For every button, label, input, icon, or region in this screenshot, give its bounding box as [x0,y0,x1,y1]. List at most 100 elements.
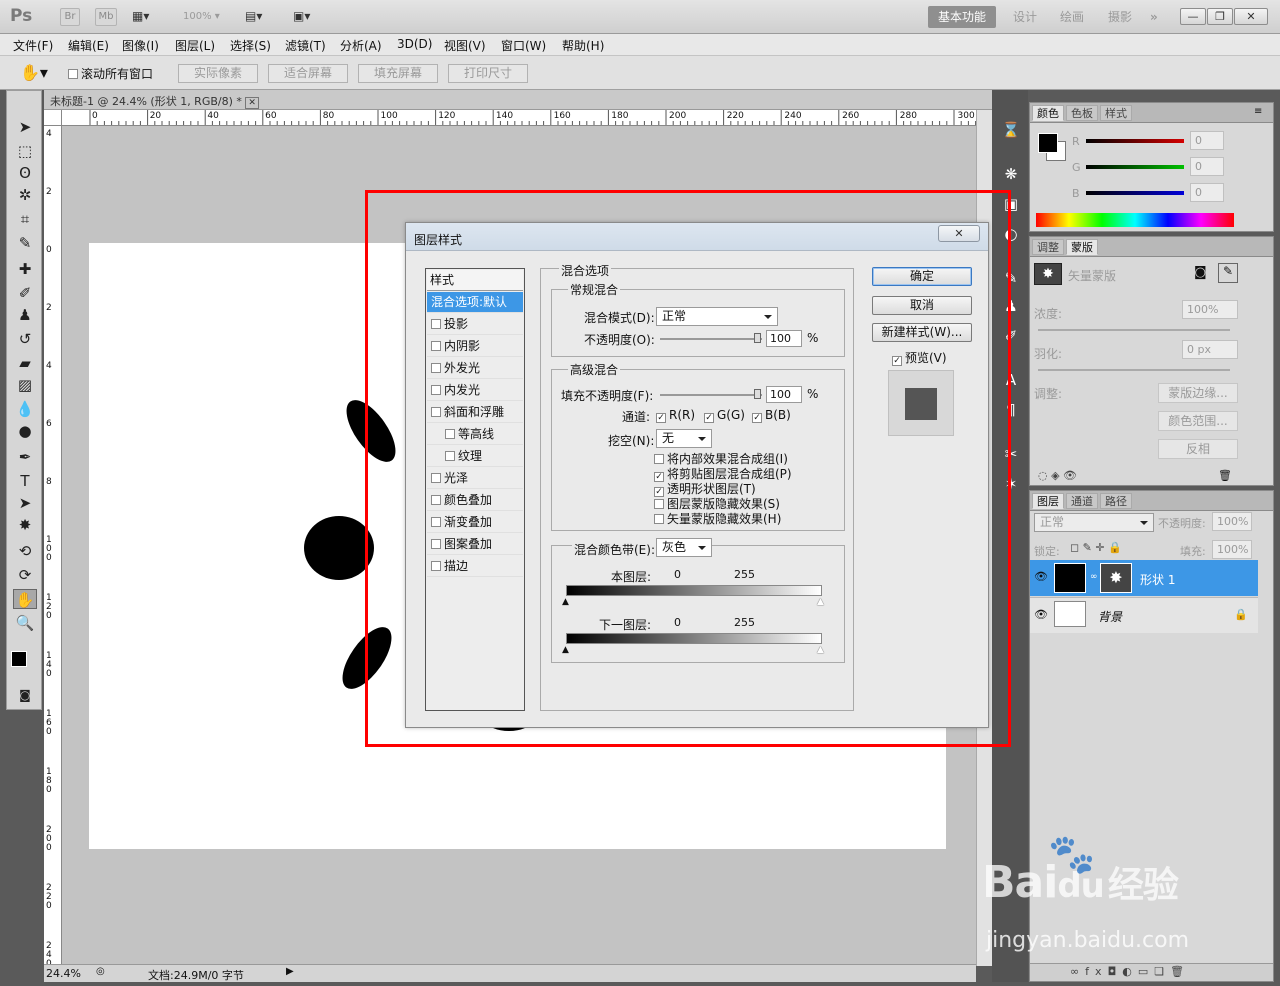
foreground-swatch[interactable] [1038,133,1058,153]
tab-masks[interactable]: 蒙版 [1066,239,1098,255]
zoom-level-dropdown[interactable]: 100% ▾ [183,11,220,22]
add-vector-mask-icon[interactable]: ✎ [1218,263,1238,283]
density-slider[interactable] [1038,329,1230,331]
tab-swatches[interactable]: 色板 [1066,105,1098,121]
layers-footer-icons[interactable]: ∞fx◘◐▭❏🗑 [1070,965,1190,978]
minimize-button[interactable]: — [1180,8,1206,25]
actual-pixels-button[interactable]: 实际像素 [178,64,258,83]
menu-window[interactable]: 窗口(W) [501,37,546,54]
feather-input[interactable]: 0 px [1182,340,1238,359]
tab-styles[interactable]: 样式 [1100,105,1132,121]
fill-input[interactable]: 100% [1212,540,1252,559]
layer-name[interactable]: 背景 [1098,608,1122,625]
status-icon[interactable]: ◎ [96,966,105,977]
color-range-button[interactable]: 颜色范围... [1158,411,1238,431]
workspace-painting[interactable]: 绘画 [1060,6,1084,28]
menu-view[interactable]: 视图(V) [444,37,486,54]
r-slider[interactable] [1086,139,1184,143]
move-tool-icon[interactable]: ➤ [13,117,37,137]
document-tab[interactable]: 未标题-1 @ 24.4% (形状 1, RGB/8) * ✕ [50,93,259,109]
lock-icons[interactable]: ◻ ✎ ✛ 🔒 [1070,541,1122,554]
g-slider[interactable] [1086,165,1184,169]
hand-tool-icon[interactable]: ✋ [13,589,37,609]
history-panel-icon[interactable]: ⌛ [1000,120,1022,140]
tab-layers[interactable]: 图层 [1032,493,1064,509]
screen-mode-icon[interactable]: ▣▾ [293,9,310,23]
b-slider[interactable] [1086,191,1184,195]
menu-3d[interactable]: 3D(D) [397,37,432,51]
pen-tool-icon[interactable]: ✒ [13,447,37,467]
tab-channels[interactable]: 通道 [1066,493,1098,509]
workspace-photography[interactable]: 摄影 [1108,6,1132,28]
menu-analysis[interactable]: 分析(A) [340,37,382,54]
shape-tool-icon[interactable]: ✸ [13,515,37,535]
bridge-button[interactable]: Br [60,8,80,26]
layer-name[interactable]: 形状 1 [1140,571,1175,588]
gradient-tool-icon[interactable]: ▨ [13,375,37,395]
density-input[interactable]: 100% [1182,300,1238,319]
restore-button[interactable]: ❐ [1207,8,1233,25]
visibility-eye-icon[interactable]: 👁 [1034,608,1048,621]
r-value[interactable]: 0 [1190,131,1224,150]
layer-row-shape1[interactable]: 👁 ∞ ✸ 形状 1 [1030,560,1258,596]
mask-footer-icons[interactable]: ◌ ◈ 👁 [1038,469,1077,482]
eyedropper-tool-icon[interactable]: ✎ [13,233,37,253]
path-select-icon[interactable]: ➤ [13,493,37,513]
panel-menu-icon[interactable]: ≡ [1254,106,1262,117]
print-size-button[interactable]: 打印尺寸 [448,64,528,83]
close-window-button[interactable]: ✕ [1234,8,1268,25]
arrange-documents-icon[interactable]: ▤▾ [245,9,262,23]
pixel-mask-icon[interactable]: ◙ [1194,265,1207,280]
menu-layer[interactable]: 图层(L) [175,37,215,54]
marquee-tool-icon[interactable]: ⬚ [13,141,37,161]
blur-tool-icon[interactable]: 💧 [13,399,37,419]
hand-tool-preset-icon[interactable]: ✋▾ [20,63,48,82]
type-tool-icon[interactable]: T [13,471,37,491]
3d-orbit-icon[interactable]: ⟳ [13,565,37,585]
workspace-essentials[interactable]: 基本功能 [928,6,996,28]
tab-paths[interactable]: 路径 [1100,493,1132,509]
workspace-design[interactable]: 设计 [1013,6,1037,28]
brush-tool-icon[interactable]: ✐ [13,283,37,303]
mask-edge-button[interactable]: 蒙版边缘... [1158,383,1238,403]
eraser-tool-icon[interactable]: ▰ [13,353,37,373]
navigator-panel-icon[interactable]: ❋ [1000,164,1022,184]
g-value[interactable]: 0 [1190,157,1224,176]
feather-slider[interactable] [1038,369,1230,371]
b-value[interactable]: 0 [1190,183,1224,202]
healing-brush-icon[interactable]: ✚ [13,259,37,279]
mini-bridge-button[interactable]: Mb [95,8,117,26]
close-tab-icon[interactable]: ✕ [245,97,259,109]
3d-rotate-icon[interactable]: ⟲ [13,541,37,561]
color-spectrum[interactable] [1036,213,1234,227]
fit-screen-button[interactable]: 适合屏幕 [268,64,348,83]
status-menu-arrow-icon[interactable]: ▶ [286,966,294,977]
lasso-tool-icon[interactable]: ʘ [13,163,37,183]
zoom-readout[interactable]: 24.4% [46,967,81,980]
menu-edit[interactable]: 编辑(E) [68,37,109,54]
visibility-eye-icon[interactable]: 👁 [1034,570,1048,583]
clone-stamp-icon[interactable]: ♟ [13,305,37,325]
quick-select-tool-icon[interactable]: ✲ [13,185,37,205]
dodge-tool-icon[interactable]: ● [13,421,37,441]
tab-color[interactable]: 颜色 [1032,105,1064,121]
menu-help[interactable]: 帮助(H) [562,37,604,54]
menu-filter[interactable]: 滤镜(T) [285,37,326,54]
delete-mask-icon[interactable]: 🗑 [1218,469,1232,482]
view-extras-icon[interactable]: ▦▾ [132,9,164,25]
fill-screen-button[interactable]: 填充屏幕 [358,64,438,83]
menu-select[interactable]: 选择(S) [230,37,271,54]
menu-image[interactable]: 图像(I) [122,37,159,54]
quick-mask-icon[interactable]: ◙ [13,685,37,705]
history-brush-icon[interactable]: ↺ [13,329,37,349]
layer-blend-mode-select[interactable]: 正常 [1034,513,1154,532]
layer-row-background[interactable]: 👁 背景 🔒 [1030,597,1258,633]
foreground-color-swatch[interactable] [11,651,27,667]
tab-adjustments[interactable]: 调整 [1032,239,1064,255]
layer-opacity-input[interactable]: 100% [1212,512,1252,531]
zoom-tool-icon[interactable]: 🔍 [13,613,37,633]
invert-button[interactable]: 反相 [1158,439,1238,459]
scroll-all-windows-checkbox[interactable]: 滚动所有窗口 [68,65,153,82]
more-workspaces-icon[interactable]: » [1150,6,1158,28]
crop-tool-icon[interactable]: ⌗ [13,209,37,229]
